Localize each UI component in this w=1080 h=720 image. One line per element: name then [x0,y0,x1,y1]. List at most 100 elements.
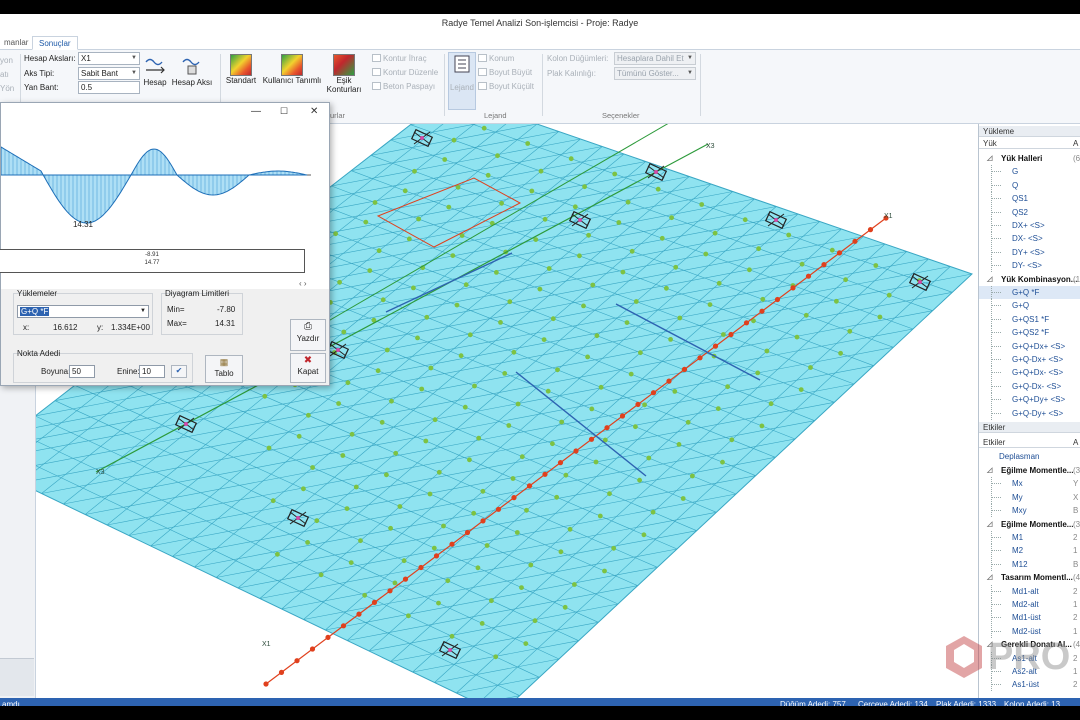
load-case-item[interactable]: DY+ <S> [979,245,1080,259]
load-combination-item[interactable]: G+QS1 *F [979,312,1080,326]
konum-button[interactable]: Konum [478,54,514,63]
apply-check-button[interactable]: ✔ [171,365,187,378]
status-cerceve: Çerçeve Adedi: 134 [858,700,928,706]
standart-button[interactable]: Standart [224,54,258,85]
tab-tasarim[interactable]: manlar [0,36,34,50]
collapse-icon[interactable]: ◿ [987,571,992,584]
effect-group[interactable]: ◿ Eğilme Momentle... (3 [979,464,1080,477]
green-node [676,442,682,447]
red-node [774,296,781,303]
collapse-icon[interactable]: ◿ [987,464,992,477]
load-combination-item[interactable]: G+Q *F [979,286,1080,299]
maximize-icon[interactable]: ☐ [280,106,288,117]
load-case-item[interactable]: QS1 [979,192,1080,206]
tablo-button[interactable]: ▦ Tablo [205,355,243,383]
red-node [681,366,688,372]
collapse-icon[interactable]: ◿ [987,518,992,531]
load-case-item[interactable]: DX- <S> [979,232,1080,246]
green-node [498,320,503,325]
effect-item[interactable]: Md1-üst 2 [979,611,1080,625]
deplasman-item[interactable]: Deplasman [979,450,1080,463]
legend-icon [454,55,470,73]
plak-kalinligi-value: Tümünü Göster... [617,69,679,78]
beton-paspayi-button[interactable]: Beton Paspayı [372,82,435,91]
effect-item[interactable]: Md2-alt 1 [979,598,1080,611]
green-node [441,523,446,529]
kontur-ihrac-button[interactable]: Kontur İhraç [372,54,427,63]
boyut-kucult-button[interactable]: Boyut Küçült [478,82,534,91]
hesap-aksi-button[interactable]: Hesap Aksı [170,54,214,87]
max-value: 14.31 [215,319,236,328]
kolon-dugumleri-combo[interactable]: Hesaplara Dahil Et ▼ [614,52,696,65]
lejand-button[interactable]: Lejand [448,52,476,110]
green-node [581,303,586,309]
effect-item[interactable]: M12 B [979,557,1080,571]
kapat-button[interactable]: ✖ Kapat [290,353,326,383]
green-node [472,383,477,389]
load-case-item[interactable]: Q [979,178,1080,192]
effect-item[interactable]: Mx Y [979,477,1080,491]
load-combination-item[interactable]: G+Q [979,299,1080,313]
effect-group[interactable]: ◿ Tasarım Momentl... (4 [979,571,1080,584]
esik-label: Eşik [336,76,352,85]
green-node [358,538,363,544]
yan-bant-input[interactable]: 0.5 [78,81,140,94]
effect-item[interactable]: M1 2 [979,531,1080,544]
load-combination-item[interactable]: G+Q+Dy+ <S> [979,393,1080,407]
column-center [774,218,778,222]
boyut-buyut-button[interactable]: Boyut Büyüt [478,68,532,77]
yuk-kombinasyon-group[interactable]: ◿ Yük Kombinasyon... (1 [979,273,1080,286]
boyuna-label: Boyuna: [41,367,71,376]
hesap-button[interactable]: Hesap [142,54,168,87]
effect-item[interactable]: Md1-alt 2 [979,584,1080,598]
tab-sonuclar[interactable]: Sonuçlar [32,36,78,50]
kapat-label: Kapat [297,367,319,376]
load-case-item[interactable]: DY- <S> [979,259,1080,273]
effect-item[interactable]: My X [979,490,1080,504]
plak-kalinligi-combo[interactable]: Tümünü Göster... ▼ [614,67,696,80]
minimize-icon[interactable]: — [251,106,261,117]
enine-input[interactable]: 10 [139,365,165,378]
load-combination-item[interactable]: G+Q-Dx+ <S> [979,353,1080,366]
load-combination-item[interactable]: G+Q-Dy+ <S> [979,406,1080,420]
load-case-item[interactable]: G [979,165,1080,179]
yuklemeler-label: Yüklemeler [17,289,58,298]
green-node [829,247,835,253]
green-node [511,349,517,355]
yazdir-button[interactable]: ⎙ Yazdır [290,319,326,351]
green-node [519,454,525,460]
etkiler-col-label: Etkiler [983,438,1006,447]
diagram-dialog: — ☐ ✕ 14.31 -8.91 14.77 ‹ › Yüklemeler G… [0,102,330,386]
green-node [349,431,355,437]
item-value: (6 [1073,154,1080,163]
kullanici-tanimli-button[interactable]: Kullanıcı Tanımlı [262,54,322,85]
load-combination-item[interactable]: G+Q-Dx- <S> [979,379,1080,393]
close-icon[interactable]: ✕ [310,106,318,117]
kontur-duzenle-button[interactable]: Kontur Düzenle [372,68,438,77]
item-label: M12 [1012,559,1028,569]
yukleme-select[interactable]: G+Q *F ▼ [17,305,149,318]
load-case-item[interactable]: DX+ <S> [979,219,1080,232]
green-node [628,371,634,377]
load-combination-item[interactable]: G+Q+Dx+ <S> [979,339,1080,353]
esik-konturlari-button[interactable]: Eşik Konturları [326,54,362,94]
close-x-icon: ✖ [303,355,313,366]
item-label: Mxy [1012,506,1027,516]
load-combination-item[interactable]: G+QS2 *F [979,326,1080,340]
collapse-icon[interactable]: ◿ [987,152,992,165]
load-combination-item[interactable]: G+Q+Dx- <S> [979,366,1080,380]
hesap-akslari-combo[interactable]: X1 ▼ [78,52,140,65]
effect-item[interactable]: M2 1 [979,544,1080,558]
yuk-halleri-group[interactable]: ◿ Yük Halleri (6 [979,152,1080,165]
hesap-label: Hesap [143,78,167,87]
effect-item[interactable]: Mxy B [979,504,1080,518]
aks-tipi-combo[interactable]: Sabit Bant ▼ [78,67,140,80]
effect-group[interactable]: ◿ Eğilme Momentle... (3 [979,518,1080,531]
load-case-item[interactable]: QS2 [979,205,1080,219]
scroll-arrows[interactable]: ‹ › [299,279,307,288]
collapse-icon[interactable]: ◿ [987,273,992,286]
boyuna-input[interactable]: 50 [69,365,95,378]
item-value: B [1073,506,1079,516]
green-node [519,585,524,590]
green-node [586,232,591,238]
